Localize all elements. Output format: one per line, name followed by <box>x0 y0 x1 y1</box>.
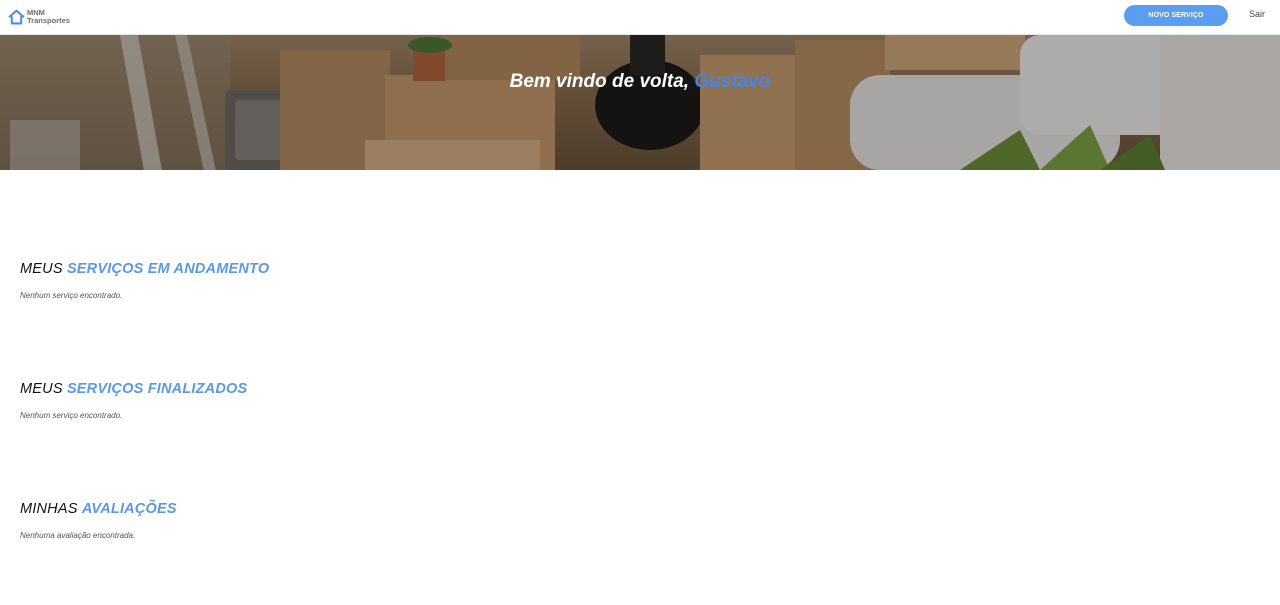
new-service-button[interactable]: NOVO SERVIÇO <box>1124 5 1228 26</box>
section-title: MINHAS AVALIAÇÕES <box>20 501 177 517</box>
welcome-text: Bem vindo de volta, <box>509 71 690 92</box>
top-navbar: MNM Transportes NOVO SERVIÇO Sair <box>0 0 1280 35</box>
section-title-accent: SERVIÇOS EM ANDAMENTO <box>66 261 270 277</box>
section-title-prefix: MEUS <box>20 261 63 277</box>
house-icon <box>8 9 25 24</box>
section-title-prefix: MEUS <box>20 381 63 397</box>
section-reviews: MINHAS AVALIAÇÕES Nenhuma avaliação enco… <box>20 501 177 540</box>
section-title-accent: SERVIÇOS FINALIZADOS <box>66 381 248 397</box>
section-title-prefix: MINHAS <box>20 501 78 517</box>
section-services-finished: MEUS SERVIÇOS FINALIZADOS Nenhum serviço… <box>20 381 247 420</box>
logo[interactable]: MNM Transportes <box>8 7 70 27</box>
hero-banner: Bem vindo de volta, Gustavo <box>0 35 1280 170</box>
logo-line-2: Transportes <box>27 16 70 25</box>
hero-background-image <box>0 35 1280 170</box>
empty-state-text: Nenhum serviço encontrado. <box>20 291 123 300</box>
section-title: MEUS SERVIÇOS EM ANDAMENTO <box>20 261 269 277</box>
empty-state-text: Nenhuma avaliação encontrada. <box>20 531 136 540</box>
logo-text: MNM Transportes <box>27 9 70 25</box>
logout-link[interactable]: Sair <box>1249 9 1265 19</box>
user-name: Gustavo <box>694 71 771 92</box>
section-title-accent: AVALIAÇÕES <box>81 501 177 517</box>
empty-state-text: Nenhum serviço encontrado. <box>20 411 123 420</box>
welcome-heading: Bem vindo de volta, Gustavo <box>0 71 1280 93</box>
section-services-in-progress: MEUS SERVIÇOS EM ANDAMENTO Nenhum serviç… <box>20 261 269 300</box>
section-title: MEUS SERVIÇOS FINALIZADOS <box>20 381 247 397</box>
